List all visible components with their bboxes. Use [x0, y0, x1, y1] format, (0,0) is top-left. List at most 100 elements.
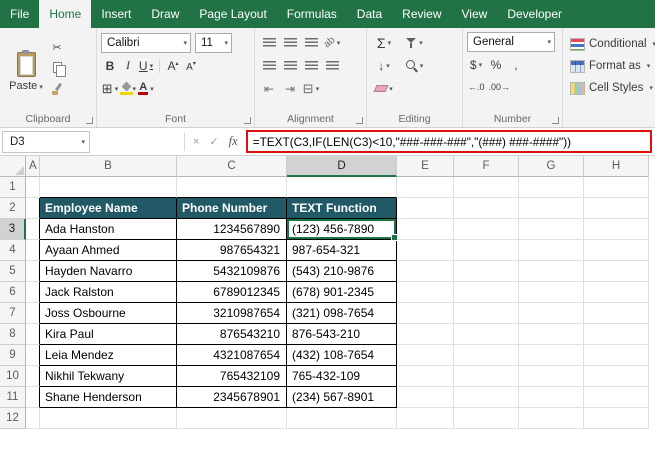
- clear-button[interactable]: [371, 79, 397, 98]
- row-header-11[interactable]: 11: [0, 387, 26, 408]
- number-format-combobox[interactable]: General: [467, 32, 555, 52]
- bold-button[interactable]: B: [101, 56, 119, 75]
- cell-phone-number[interactable]: 6789012345: [177, 282, 287, 303]
- cells-E10-H10[interactable]: [397, 366, 649, 387]
- alignment-dialog-launcher-icon[interactable]: [355, 116, 363, 124]
- row-header-4[interactable]: 4: [0, 240, 26, 261]
- tab-formulas[interactable]: Formulas: [277, 0, 347, 28]
- select-all-button[interactable]: [0, 156, 26, 177]
- italic-button[interactable]: I: [119, 56, 137, 75]
- increase-font-size-button[interactable]: [164, 56, 182, 75]
- cell-A6[interactable]: [26, 282, 40, 303]
- cell-C12[interactable]: [177, 408, 287, 429]
- clipboard-dialog-launcher-icon[interactable]: [85, 116, 93, 124]
- tab-developer[interactable]: Developer: [497, 0, 572, 28]
- cell-employee-name[interactable]: Jack Ralston: [40, 282, 177, 303]
- cells-E12-H12[interactable]: [397, 408, 649, 429]
- sort-filter-button[interactable]: [401, 33, 427, 52]
- cell-A8[interactable]: [26, 324, 40, 345]
- row-header-2[interactable]: 2: [0, 198, 26, 219]
- align-middle-button[interactable]: [280, 33, 300, 52]
- cell-employee-name[interactable]: Ada Hanston: [40, 219, 177, 240]
- cell-phone-number[interactable]: 3210987654: [177, 303, 287, 324]
- font-dialog-launcher-icon[interactable]: [243, 116, 251, 124]
- tab-draw[interactable]: Draw: [141, 0, 189, 28]
- align-right-button[interactable]: [301, 56, 321, 75]
- align-top-button[interactable]: [259, 33, 279, 52]
- tab-file[interactable]: File: [0, 0, 39, 28]
- percent-style-button[interactable]: %: [487, 56, 505, 75]
- copy-button[interactable]: [48, 59, 66, 77]
- font-size-combobox[interactable]: 11: [195, 32, 232, 53]
- cell-employee-name[interactable]: Hayden Navarro: [40, 261, 177, 282]
- selected-cell-D3[interactable]: (123) 456-7890: [287, 219, 398, 241]
- insert-function-button[interactable]: fx: [229, 134, 238, 149]
- cell-A3[interactable]: [26, 219, 40, 240]
- cell-employee-name[interactable]: Joss Osbourne: [40, 303, 177, 324]
- row-header-1[interactable]: 1: [0, 177, 26, 198]
- cell-employee-name[interactable]: Kira Paul: [40, 324, 177, 345]
- tab-view[interactable]: View: [452, 0, 498, 28]
- cell-employee-name[interactable]: Ayaan Ahmed: [40, 240, 177, 261]
- cells-E2-H2[interactable]: [397, 198, 649, 219]
- cell-B1[interactable]: [40, 177, 177, 198]
- cell-C1[interactable]: [177, 177, 287, 198]
- cell-D1[interactable]: [287, 177, 397, 198]
- align-bottom-button[interactable]: [301, 33, 321, 52]
- comma-style-button[interactable]: ,: [507, 56, 525, 75]
- cell-D12[interactable]: [287, 408, 397, 429]
- cell-employee-name[interactable]: Shane Henderson: [40, 387, 177, 408]
- column-header-c[interactable]: C: [177, 156, 287, 177]
- tab-home[interactable]: Home: [39, 0, 92, 28]
- cell-text-function[interactable]: (543) 210-9876: [287, 261, 397, 282]
- cell-B12[interactable]: [40, 408, 177, 429]
- paste-button[interactable]: Paste: [4, 32, 48, 111]
- cells-E5-H5[interactable]: [397, 261, 649, 282]
- cell-A1[interactable]: [26, 177, 40, 198]
- cell-phone-number[interactable]: 987654321: [177, 240, 287, 261]
- row-header-9[interactable]: 9: [0, 345, 26, 366]
- cell-phone-number-header[interactable]: Phone Number: [177, 198, 287, 219]
- cells-E3-H3[interactable]: [397, 219, 649, 240]
- tab-insert[interactable]: Insert: [91, 0, 141, 28]
- cancel-icon[interactable]: ×: [193, 136, 199, 148]
- cells-E8-H8[interactable]: [397, 324, 649, 345]
- cell-A7[interactable]: [26, 303, 40, 324]
- font-color-button[interactable]: [137, 79, 155, 98]
- underline-button[interactable]: U: [137, 56, 155, 75]
- number-dialog-launcher-icon[interactable]: [551, 116, 559, 124]
- cell-text-function-header[interactable]: TEXT Function: [287, 198, 397, 219]
- autosum-button[interactable]: Σ: [371, 33, 397, 52]
- cell-text-function[interactable]: 765-432-109: [287, 366, 397, 387]
- column-header-a[interactable]: A: [26, 156, 40, 177]
- column-header-f[interactable]: F: [454, 156, 519, 177]
- column-header-h[interactable]: H: [584, 156, 649, 177]
- cell-phone-number[interactable]: 2345678901: [177, 387, 287, 408]
- orientation-button[interactable]: ab: [321, 33, 342, 52]
- increase-decimal-button[interactable]: [467, 77, 486, 96]
- conditional-formatting-button[interactable]: Conditional: [569, 34, 655, 54]
- name-box[interactable]: D3: [2, 130, 90, 153]
- decrease-decimal-button[interactable]: [488, 77, 512, 96]
- wrap-text-button[interactable]: [322, 56, 342, 75]
- row-header-3-selected[interactable]: 3: [0, 219, 26, 240]
- tab-data[interactable]: Data: [347, 0, 392, 28]
- align-center-button[interactable]: [280, 56, 300, 75]
- cells-E4-H4[interactable]: [397, 240, 649, 261]
- format-painter-button[interactable]: [48, 80, 66, 97]
- cells-E7-H7[interactable]: [397, 303, 649, 324]
- format-as-table-button[interactable]: Format as: [569, 56, 655, 76]
- cells-E9-H9[interactable]: [397, 345, 649, 366]
- cell-phone-number[interactable]: 765432109: [177, 366, 287, 387]
- cell-A11[interactable]: [26, 387, 40, 408]
- cell-A5[interactable]: [26, 261, 40, 282]
- cell-phone-number[interactable]: 5432109876: [177, 261, 287, 282]
- cell-employee-name[interactable]: Leia Mendez: [40, 345, 177, 366]
- find-select-button[interactable]: [401, 56, 427, 75]
- cell-text-function[interactable]: (234) 567-8901: [287, 387, 397, 408]
- increase-indent-button[interactable]: [280, 79, 300, 98]
- cell-A2[interactable]: [26, 198, 40, 219]
- align-left-button[interactable]: [259, 56, 279, 75]
- fill-color-button[interactable]: [119, 79, 137, 98]
- cell-A12[interactable]: [26, 408, 40, 429]
